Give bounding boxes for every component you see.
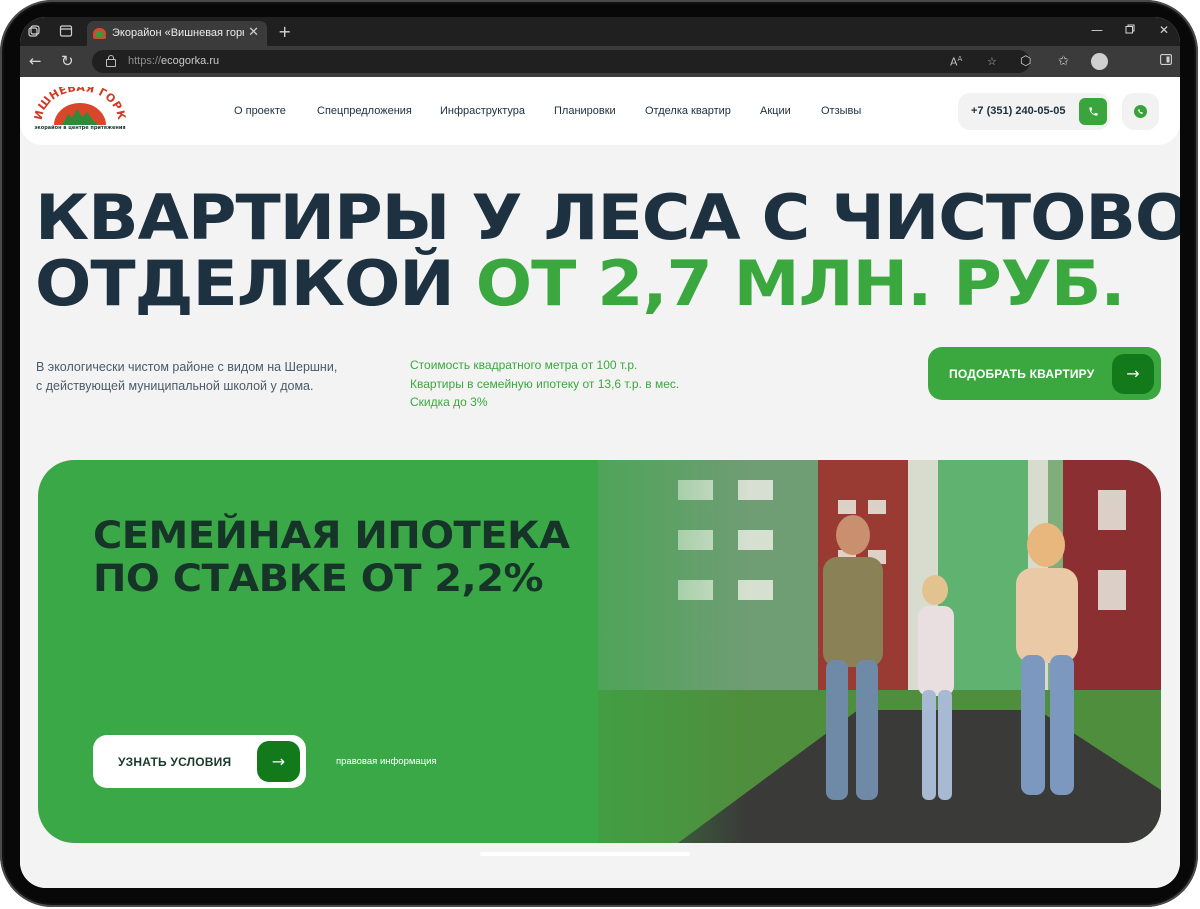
tab-actions-icon[interactable] xyxy=(59,24,73,38)
nav-about[interactable]: О проекте xyxy=(234,105,286,117)
sidebar-toggle-icon[interactable] xyxy=(1160,54,1172,69)
browser-toolbar: ← ↻ https://ecogorka.ru AA ☆ ⬡ ✩ xyxy=(20,46,1180,77)
tablet-frame: Экорайон «Вишневая горка»: кв ✕ + — ✕ ← … xyxy=(0,0,1198,907)
feature-sqm-price: Стоимость квадратного метра от 100 т.р. xyxy=(410,358,638,372)
maximize-icon[interactable] xyxy=(1125,23,1135,37)
lock-icon xyxy=(106,55,116,67)
learn-conditions-button[interactable]: УЗНАТЬ УСЛОВИЯ → xyxy=(93,735,306,788)
tab-close-icon[interactable]: ✕ xyxy=(248,25,259,40)
whatsapp-button[interactable] xyxy=(1122,93,1159,130)
phone-icon xyxy=(1088,106,1099,120)
tab-title: Экорайон «Вишневая горка»: кв xyxy=(112,27,244,39)
nav-promotions[interactable]: Акции xyxy=(760,105,791,117)
minimize-icon[interactable]: — xyxy=(1091,23,1103,37)
pick-apartment-button[interactable]: ПОДОБРАТЬ КВАРТИРУ → xyxy=(928,347,1161,400)
call-button[interactable] xyxy=(1079,98,1107,125)
arrow-right-icon: → xyxy=(257,741,300,782)
extensions-icon[interactable]: ⬡ xyxy=(1020,54,1031,69)
browser-tab-active[interactable]: Экорайон «Вишневая горка»: кв ✕ xyxy=(87,21,267,46)
nav-reviews[interactable]: Отзывы xyxy=(821,105,861,117)
web-page: ВИШНЁВАЯ ГОРКА экорайон в центре притяже… xyxy=(20,77,1180,888)
window-close-icon[interactable]: ✕ xyxy=(1159,23,1169,37)
site-favicon-icon xyxy=(93,28,106,39)
favorites-icon[interactable]: ✩ xyxy=(1058,54,1069,69)
hero-description: В экологически чистом районе с видом на … xyxy=(36,360,338,393)
nav-finishing[interactable]: Отделка квартир xyxy=(645,105,731,117)
read-aloud-icon[interactable]: AA xyxy=(950,55,962,69)
new-tab-icon[interactable]: + xyxy=(278,22,291,41)
site-logo[interactable]: ВИШНЁВАЯ ГОРКА экорайон в центре притяже… xyxy=(30,77,128,137)
profile-avatar[interactable] xyxy=(1091,53,1108,70)
home-indicator xyxy=(480,852,690,856)
nav-layouts[interactable]: Планировки xyxy=(554,105,616,117)
favorite-star-icon[interactable]: ☆ xyxy=(987,55,997,68)
phone-number[interactable]: +7 (351) 240-05-05 xyxy=(971,105,1065,117)
address-bar[interactable]: https://ecogorka.ru AA ☆ xyxy=(92,50,1030,73)
pick-apartment-label: ПОДОБРАТЬ КВАРТИРУ xyxy=(949,367,1095,381)
hero-line-1: КВАРТИРЫ У ЛЕСА С ЧИСТОВОЙ xyxy=(35,181,1180,254)
mortgage-promo-banner: СЕМЕЙНАЯ ИПОТЕКА ПО СТАВКЕ ОТ 2,2% УЗНАТ… xyxy=(38,460,1161,843)
browser-tab-bar: Экорайон «Вишневая горка»: кв ✕ + — ✕ xyxy=(20,17,1180,46)
hero-features: Стоимость квадратного метра от 100 т.р. … xyxy=(410,356,679,412)
reload-icon[interactable]: ↻ xyxy=(61,53,74,69)
whatsapp-icon xyxy=(1134,105,1147,118)
arrow-right-icon: → xyxy=(1112,354,1154,394)
workspaces-icon[interactable] xyxy=(27,24,41,38)
feature-discount: Скидка до 3% xyxy=(410,395,488,409)
back-icon[interactable]: ← xyxy=(29,53,42,69)
feature-mortgage: Квартиры в семейную ипотеку от 13,6 т.р.… xyxy=(410,376,680,391)
screen: Экорайон «Вишневая горка»: кв ✕ + — ✕ ← … xyxy=(20,17,1180,888)
hero-heading: КВАРТИРЫ У ЛЕСА С ЧИСТОВОЙ ОТДЕЛКОЙ ОТ 2… xyxy=(35,185,1180,317)
learn-conditions-label: УЗНАТЬ УСЛОВИЯ xyxy=(118,755,232,769)
nav-special-offers[interactable]: Спецпредложения xyxy=(317,105,412,117)
phone-box: +7 (351) 240-05-05 xyxy=(958,93,1110,130)
address-url: https://ecogorka.ru xyxy=(128,55,220,67)
hero-line-2: ОТДЕЛКОЙ ОТ 2,7 МЛН. РУБ. xyxy=(35,247,1126,320)
legal-info-link[interactable]: правовая информация xyxy=(336,756,437,767)
promo-title: СЕМЕЙНАЯ ИПОТЕКА ПО СТАВКЕ ОТ 2,2% xyxy=(93,514,570,600)
logo-tagline: экорайон в центре притяжения xyxy=(34,125,126,131)
hero-price: ОТ 2,7 МЛН. РУБ. xyxy=(475,247,1126,320)
nav-infrastructure[interactable]: Инфраструктура xyxy=(440,105,525,117)
site-header: ВИШНЁВАЯ ГОРКА экорайон в центре притяже… xyxy=(20,77,1180,145)
